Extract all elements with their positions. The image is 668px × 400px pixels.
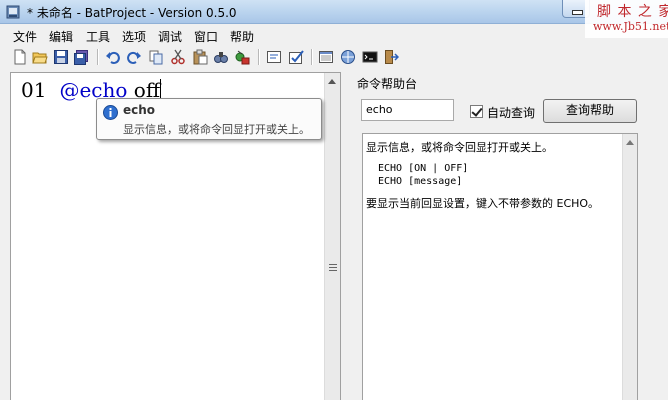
app-icon	[6, 5, 20, 19]
title-bar: * 未命名 - BatProject - Version 0.5.0	[0, 0, 668, 24]
menu-file[interactable]: 文件	[13, 28, 37, 45]
tooltip-title: echo	[123, 103, 156, 117]
save-icon[interactable]	[53, 49, 69, 65]
info-icon	[103, 105, 118, 120]
watermark: 脚 本 之 家 www.Jb51.net	[585, 0, 668, 38]
find-icon[interactable]	[213, 49, 229, 65]
help-description: 显示信息，或将命令回显打开或关上。	[366, 141, 553, 154]
exit-icon[interactable]	[383, 49, 399, 65]
replace-icon[interactable]	[234, 49, 250, 65]
help-panel-title: 命令帮助台	[357, 77, 418, 91]
console-icon[interactable]	[318, 49, 334, 65]
menu-window[interactable]: 窗口	[194, 28, 218, 45]
query-help-button[interactable]: 查询帮助	[543, 99, 637, 123]
help-note: 要显示当前回显设置，键入不带参数的 ECHO。	[366, 197, 600, 210]
help-scrollbar[interactable]	[622, 134, 637, 400]
scroll-up-icon[interactable]	[626, 140, 634, 145]
watermark-text: 脚 本 之 家	[597, 4, 668, 20]
toolbar-separator	[97, 49, 99, 65]
cut-icon[interactable]	[170, 49, 186, 65]
menu-bar: 文件 编辑 工具 选项 调试 窗口 帮助	[0, 25, 668, 45]
menu-edit[interactable]: 编辑	[49, 28, 73, 45]
auto-query-checkbox[interactable]	[470, 105, 483, 118]
watermark-url: www.Jb51.net	[593, 20, 668, 33]
command-help-panel: 命令帮助台 echo 自动查询 查询帮助 显示信息，或将命令回显打开或关上。 E…	[349, 72, 668, 400]
copy-icon[interactable]	[148, 49, 164, 65]
scroll-up-icon[interactable]	[328, 79, 336, 84]
paste-icon[interactable]	[192, 49, 208, 65]
menu-tools[interactable]: 工具	[86, 28, 110, 45]
toolbar-separator	[258, 49, 260, 65]
open-folder-icon[interactable]	[32, 49, 48, 65]
tooltip-description: 显示信息，或将命令回显打开或关上。	[123, 123, 310, 136]
redo-icon[interactable]	[126, 49, 142, 65]
help-syntax-line: ECHO [message]	[378, 176, 463, 187]
help-syntax-line: ECHO [ON | OFF]	[378, 163, 469, 174]
new-file-icon[interactable]	[12, 49, 28, 65]
menu-options[interactable]: 选项	[122, 28, 146, 45]
save-all-icon[interactable]	[73, 49, 89, 65]
toolbar-separator	[311, 49, 313, 65]
menu-debug[interactable]: 调试	[158, 28, 182, 45]
line-number: 01	[21, 78, 47, 102]
window-title: * 未命名 - BatProject - Version 0.5.0	[27, 6, 237, 20]
command-input[interactable]: echo	[361, 99, 454, 121]
undo-icon[interactable]	[105, 49, 121, 65]
toolbar	[0, 45, 668, 69]
auto-query-label[interactable]: 自动查询	[487, 104, 535, 121]
help-content-area[interactable]: 显示信息，或将命令回显打开或关上。 ECHO [ON | OFF] ECHO […	[362, 133, 638, 400]
window-icon[interactable]	[340, 49, 356, 65]
run-icon[interactable]	[266, 49, 282, 65]
editor-scrollbar[interactable]	[324, 73, 340, 400]
menu-help[interactable]: 帮助	[230, 28, 254, 45]
check-icon[interactable]	[288, 49, 304, 65]
autocomplete-tooltip: echo 显示信息，或将命令回显打开或关上。	[96, 98, 322, 140]
cmd-icon[interactable]	[362, 49, 378, 65]
scroll-thumb-grip[interactable]	[329, 264, 337, 265]
